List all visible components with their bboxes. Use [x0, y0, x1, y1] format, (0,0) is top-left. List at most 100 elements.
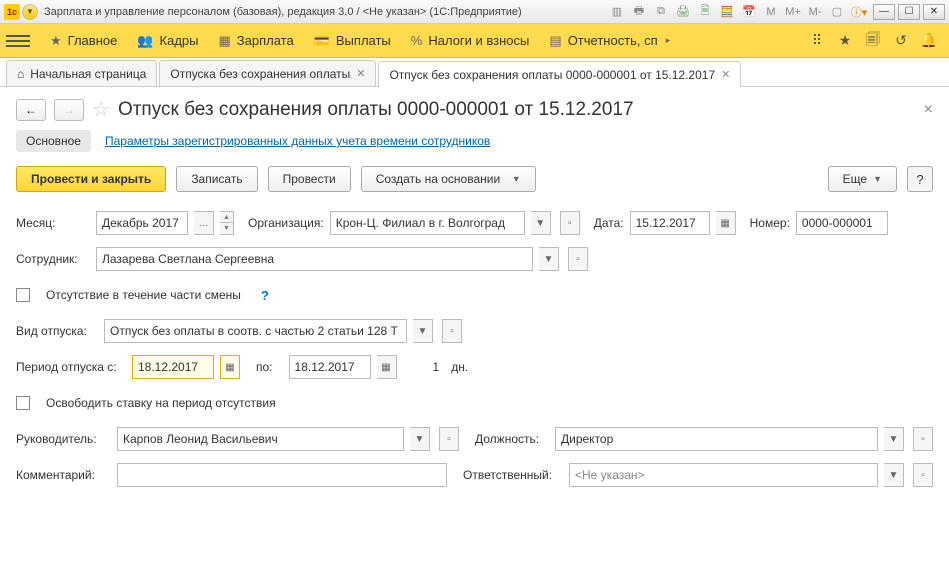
nav-kadry[interactable]: 👥Кадры — [127, 24, 208, 58]
favorite-star[interactable]: ☆ — [92, 97, 110, 122]
forward-button[interactable]: → — [54, 99, 84, 121]
close-window-button[interactable]: ✕ — [923, 4, 945, 20]
sublink-main[interactable]: Основное — [16, 130, 91, 152]
position-open[interactable]: ▫ — [913, 427, 933, 451]
document-header: ← → ☆ Отпуск без сохранения оплаты 0000-… — [16, 97, 933, 122]
date-calendar[interactable]: ▦ — [716, 211, 736, 235]
minimize-button[interactable]: — — [873, 4, 895, 20]
period-from-label: Период отпуска с: — [16, 360, 126, 374]
titlebar: 1c ▼ Зарплата и управление персоналом (б… — [0, 0, 949, 24]
partial-shift-checkbox[interactable] — [16, 288, 30, 302]
period-from-calendar[interactable]: ▦ — [220, 355, 240, 379]
m-plus-icon[interactable]: M+ — [784, 3, 802, 21]
maximize-button[interactable]: ☐ — [898, 4, 920, 20]
org-input[interactable]: Крон-Ц. Филиал в г. Волгоград — [330, 211, 525, 235]
employee-open[interactable]: ▫ — [568, 247, 588, 271]
nav-nalogi[interactable]: %Налоги и взносы — [401, 24, 540, 58]
titlebar-menu-icon[interactable]: ▼ — [22, 4, 38, 20]
report-icon: ▤ — [549, 33, 561, 49]
chevron-down-icon: ▼ — [512, 174, 521, 184]
bell-icon[interactable]: 🔔 — [918, 30, 940, 52]
responsible-open[interactable]: ▫ — [913, 463, 933, 487]
calculator-icon[interactable]: 🧮 — [718, 3, 736, 21]
nav-main[interactable]: ★Главное — [40, 24, 127, 58]
app-title: Зарплата и управление персоналом (базова… — [44, 6, 522, 18]
tab-home[interactable]: ⌂ Начальная страница — [6, 60, 157, 86]
close-icon[interactable]: ✕ — [356, 67, 365, 80]
month-ellipsis[interactable]: … — [194, 211, 214, 235]
number-input[interactable]: 0000-000001 — [796, 211, 888, 235]
month-spinner[interactable]: ▲▼ — [220, 211, 234, 235]
post-and-close-button[interactable]: Провести и закрыть — [16, 166, 166, 192]
date-label: Дата: — [594, 216, 624, 230]
employee-label: Сотрудник: — [16, 252, 90, 266]
leave-type-dropdown[interactable]: ▼ — [413, 319, 433, 343]
favorite-icon[interactable]: ★ — [834, 30, 856, 52]
nav-reports[interactable]: ▤Отчетность, сп▸ — [539, 24, 680, 58]
create-based-button[interactable]: Создать на основании▼ — [361, 166, 536, 192]
leave-type-label: Вид отпуска: — [16, 324, 98, 338]
employee-dropdown[interactable]: ▼ — [539, 247, 559, 271]
days-unit: дн. — [451, 360, 468, 374]
close-icon[interactable]: ✕ — [721, 68, 730, 81]
manager-label: Руководитель: — [16, 432, 111, 446]
period-from-input[interactable]: 18.12.2017 — [132, 355, 214, 379]
sublink-params[interactable]: Параметры зарегистрированных данных учет… — [105, 134, 490, 148]
manager-dropdown[interactable]: ▼ — [410, 427, 430, 451]
responsible-input[interactable]: <Не указан> — [569, 463, 878, 487]
info-icon[interactable]: ⓘ▾ — [850, 3, 868, 21]
print-icon[interactable]: 🖶 — [630, 3, 648, 21]
responsible-dropdown[interactable]: ▼ — [884, 463, 904, 487]
month-label: Месяц: — [16, 216, 90, 230]
sublink-bar: Основное Параметры зарегистрированных да… — [16, 130, 933, 152]
m-minus-icon[interactable]: M- — [806, 3, 824, 21]
date-input[interactable]: 15.12.2017 — [630, 211, 710, 235]
org-open[interactable]: ▫ — [560, 211, 580, 235]
wallet-icon: 💳 — [314, 33, 330, 49]
close-document[interactable]: × — [924, 101, 933, 119]
document-icon[interactable]: 🗎 — [696, 3, 714, 21]
m-icon[interactable]: M — [762, 3, 780, 21]
nav-zarplata[interactable]: ▦Зарплата — [208, 24, 303, 58]
help-button[interactable]: ? — [907, 166, 933, 192]
position-dropdown[interactable]: ▼ — [884, 427, 904, 451]
document-area: ← → ☆ Отпуск без сохранения оплаты 0000-… — [0, 87, 949, 508]
tab-leaves-list[interactable]: Отпуска без сохранения оплаты ✕ — [159, 60, 376, 86]
menu-button[interactable] — [6, 29, 30, 53]
back-button[interactable]: ← — [16, 99, 46, 121]
print-preview-icon[interactable]: ▥ — [608, 3, 626, 21]
calendar-icon[interactable]: 📅 — [740, 3, 758, 21]
period-to-input[interactable]: 18.12.2017 — [289, 355, 371, 379]
more-button[interactable]: Еще▼ — [828, 166, 897, 192]
post-button[interactable]: Провести — [268, 166, 351, 192]
position-input[interactable]: Директор — [555, 427, 878, 451]
month-input[interactable]: Декабрь 2017 — [96, 211, 188, 235]
org-dropdown[interactable]: ▼ — [531, 211, 551, 235]
nav-vyplaty[interactable]: 💳Выплаты — [304, 24, 401, 58]
table-icon: ▦ — [218, 33, 230, 49]
help-question-icon[interactable]: ? — [261, 288, 269, 303]
compare-icon[interactable]: ⧉ — [652, 3, 670, 21]
employee-input[interactable]: Лазарева Светлана Сергеевна — [96, 247, 533, 271]
document-title: Отпуск без сохранения оплаты 0000-000001… — [118, 99, 634, 121]
printer-icon[interactable]: 🖨 — [674, 3, 692, 21]
save-button[interactable]: Записать — [176, 166, 257, 192]
manager-input[interactable]: Карпов Леонид Васильевич — [117, 427, 404, 451]
tab-leave-doc[interactable]: Отпуск без сохранения оплаты 0000-000001… — [378, 61, 741, 87]
number-label: Номер: — [750, 216, 790, 230]
history-icon[interactable]: ↺ — [890, 30, 912, 52]
period-to-calendar[interactable]: ▦ — [377, 355, 397, 379]
window-icon[interactable]: ▢ — [828, 3, 846, 21]
period-to-label: по: — [256, 360, 273, 374]
clipboard-icon[interactable]: 🗐 — [862, 30, 884, 52]
free-rate-label: Освободить ставку на период отсутствия — [46, 396, 276, 410]
leave-type-input[interactable]: Отпуск без оплаты в соотв. с частью 2 ст… — [104, 319, 407, 343]
responsible-label: Ответственный: — [463, 468, 563, 482]
comment-input[interactable] — [117, 463, 447, 487]
leave-type-open[interactable]: ▫ — [442, 319, 462, 343]
manager-open[interactable]: ▫ — [439, 427, 459, 451]
apps-icon[interactable]: ⠿ — [806, 30, 828, 52]
tab-bar: ⌂ Начальная страница Отпуска без сохране… — [0, 58, 949, 87]
percent-icon: % — [411, 33, 423, 48]
free-rate-checkbox[interactable] — [16, 396, 30, 410]
